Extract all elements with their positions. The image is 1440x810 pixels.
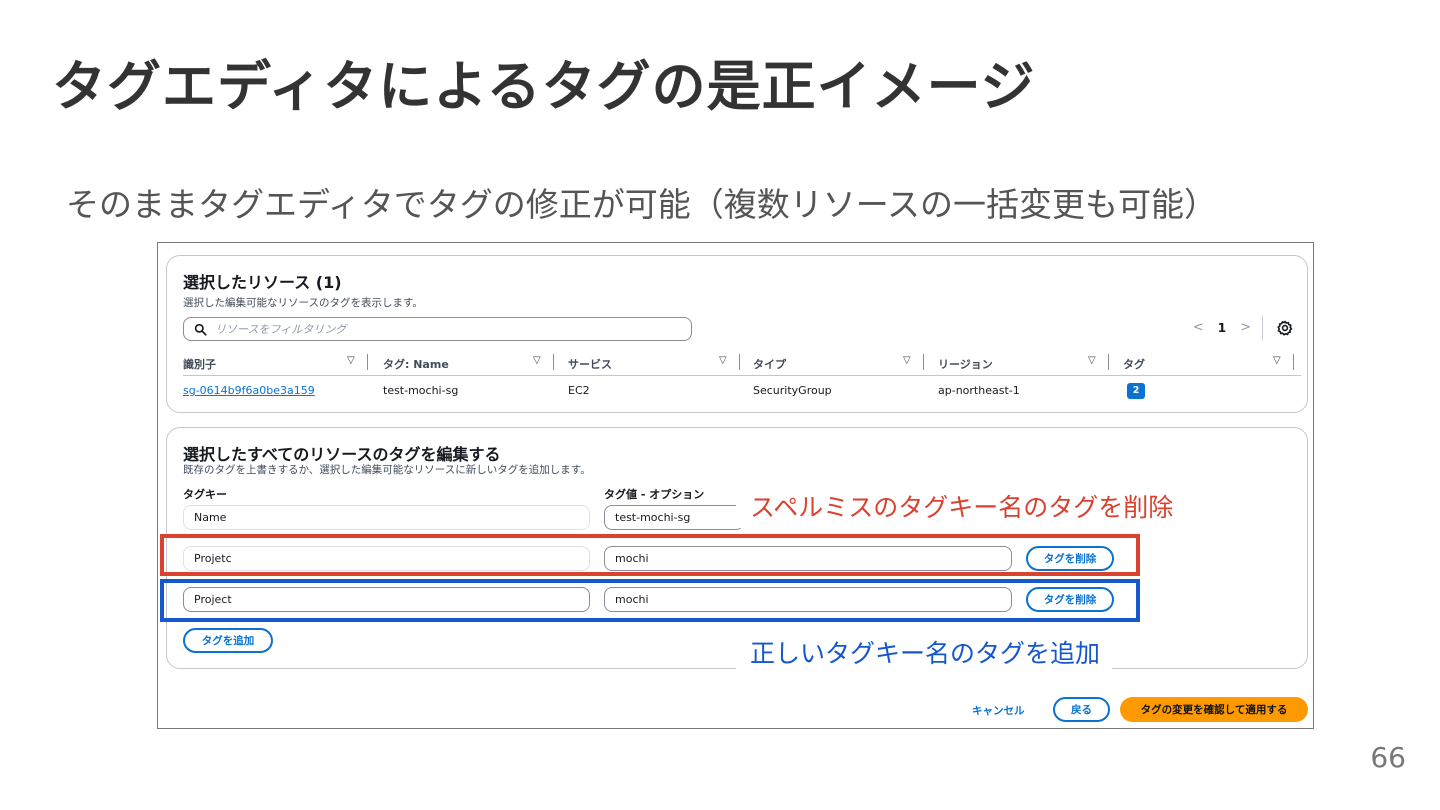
resource-type: SecurityGroup [753, 384, 832, 397]
resource-filter-input[interactable] [215, 322, 655, 336]
column-divider [1293, 354, 1294, 370]
column-header-region[interactable]: リージョン [938, 356, 993, 372]
pagination: < 1 > [1193, 320, 1251, 335]
pagination-divider [1262, 316, 1263, 340]
tag-value-input-name[interactable] [604, 505, 744, 530]
column-divider [1108, 354, 1109, 370]
column-divider [739, 354, 740, 370]
column-header-service[interactable]: サービス [568, 356, 612, 372]
column-divider [553, 354, 554, 370]
column-header-identifier[interactable]: 識別子 [183, 356, 216, 372]
sort-icon[interactable]: ▽ [719, 355, 727, 366]
selected-resources-heading: 選択したリソース (1) [183, 273, 342, 292]
resources-table-header: 識別子 ▽ タグ: Name ▽ サービス ▽ タイプ ▽ リージョン ▽ タグ… [183, 352, 1301, 376]
search-icon [194, 323, 207, 336]
apply-tag-changes-button[interactable]: タグの変更を確認して適用する [1120, 697, 1308, 722]
slide-subtitle: そのままタグエディタでタグの修正が可能（複数リソースの一括変更も可能） [66, 185, 1218, 224]
resource-tag-name: test-mochi-sg [383, 384, 459, 397]
tag-key-label: タグキー [183, 488, 227, 501]
pagination-next-button[interactable]: > [1240, 320, 1251, 335]
resource-filter-box[interactable] [183, 317, 692, 341]
pagination-current-page[interactable]: 1 [1218, 321, 1226, 335]
selected-resources-panel: 選択したリソース (1) 選択した編集可能なリソースのタグを表示します。 < 1… [166, 255, 1308, 413]
selected-resources-count: (1) [315, 273, 342, 292]
cancel-button[interactable]: キャンセル [972, 703, 1025, 718]
column-header-tag-name[interactable]: タグ: Name [383, 356, 449, 372]
add-annotation: 正しいタグキー名のタグを追加 [736, 632, 1113, 674]
selected-resources-description: 選択した編集可能なリソースのタグを表示します。 [183, 297, 423, 309]
resource-region: ap-northeast-1 [938, 384, 1020, 397]
column-divider [367, 354, 368, 370]
column-divider [923, 354, 924, 370]
column-header-type[interactable]: タイプ [753, 356, 786, 372]
resource-identifier-link[interactable]: sg-0614b9f6a0be3a159 [183, 384, 315, 397]
back-button[interactable]: 戻る [1053, 697, 1110, 722]
add-highlight-box [160, 579, 1140, 622]
column-header-tags[interactable]: タグ [1123, 356, 1145, 372]
sort-icon[interactable]: ▽ [1273, 355, 1281, 366]
add-tag-button[interactable]: タグを追加 [183, 628, 273, 653]
resource-service: EC2 [568, 384, 590, 397]
page-number: 66 [1370, 741, 1406, 774]
gear-icon[interactable] [1277, 320, 1293, 336]
sort-icon[interactable]: ▽ [903, 355, 911, 366]
sort-icon[interactable]: ▽ [533, 355, 541, 366]
tag-count-badge[interactable]: 2 [1127, 383, 1145, 399]
pagination-prev-button[interactable]: < [1193, 320, 1204, 335]
table-row: sg-0614b9f6a0be3a159 test-mochi-sg EC2 S… [183, 378, 1301, 404]
sort-icon[interactable]: ▽ [347, 355, 355, 366]
tag-value-label: タグ値 - オプション [604, 488, 705, 501]
remove-highlight-box [160, 534, 1140, 576]
slide-title: タグエディタによるタグの是正イメージ [52, 55, 1036, 118]
edit-tags-description: 既存のタグを上書きするか、選択した編集可能なリソースに新しいタグを追加します。 [183, 464, 591, 476]
tag-key-input-name[interactable] [183, 505, 590, 530]
remove-annotation: スペルミスのタグキー名のタグを削除 [736, 486, 1186, 528]
sort-icon[interactable]: ▽ [1088, 355, 1096, 366]
